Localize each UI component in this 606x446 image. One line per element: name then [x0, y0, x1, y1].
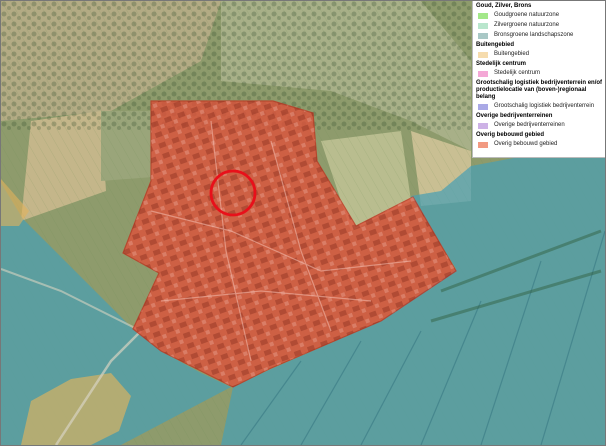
legend-label: Bronsgroene landschapszone [494, 32, 574, 38]
legend-header-logistiek: Grootschalig logistiek bedrijventerrein … [476, 80, 603, 100]
legend-label: Overig bebouwd gebied [494, 141, 558, 147]
legend-item-buitengebied: Buitengebied [478, 50, 605, 59]
legend-swatch [478, 122, 488, 129]
legend-label: Goudgroene natuurzone [494, 12, 560, 18]
legend-item-stedelijk-centrum: Stedelijk centrum [478, 69, 605, 78]
legend-swatch [478, 12, 488, 19]
legend-swatch [478, 22, 488, 29]
legend-header-stedelijk-centrum: Stedelijk centrum [476, 61, 527, 67]
legend-item-overig-bebouwd-gebied: Overig bebouwd gebied [478, 140, 605, 149]
map-frame: Goud, Zilver, Brons Goudgroene natuurzon… [0, 0, 606, 446]
legend-swatch [478, 51, 488, 58]
legend-header-overig-bebouwd-gebied: Overig bebouwd gebied [476, 132, 545, 138]
legend-label: Grootschalig logistiek bedrijventerrein [494, 103, 595, 109]
legend-label: Overige bedrijventerreinen [494, 122, 565, 128]
map-legend: Goud, Zilver, Brons Goudgroene natuurzon… [472, 1, 605, 158]
legend-swatch [478, 70, 488, 77]
legend-item-logistiek: Grootschalig logistiek bedrijventerrein [478, 102, 605, 111]
legend-header-buitengebied: Buitengebied [476, 42, 515, 48]
legend-swatch [478, 141, 488, 148]
legend-label: Zilvergroene natuurzone [494, 22, 560, 28]
legend-swatch [478, 103, 488, 110]
legend-header-overige-bedrijventerreinen: Overige bedrijventerreinen [476, 113, 553, 119]
legend-item-goudgroene: Goudgroene natuurzone [478, 11, 605, 20]
legend-label: Stedelijk centrum [494, 70, 541, 76]
legend-swatch [478, 32, 488, 39]
legend-label: Buitengebied [494, 51, 530, 57]
legend-header-gold-silver-bronze: Goud, Zilver, Brons [476, 3, 532, 9]
legend-item-overige-bedrijventerreinen: Overige bedrijventerreinen [478, 121, 605, 130]
legend-item-zilvergroene: Zilvergroene natuurzone [478, 21, 605, 30]
legend-item-bronsgroene: Bronsgroene landschapszone [478, 31, 605, 40]
